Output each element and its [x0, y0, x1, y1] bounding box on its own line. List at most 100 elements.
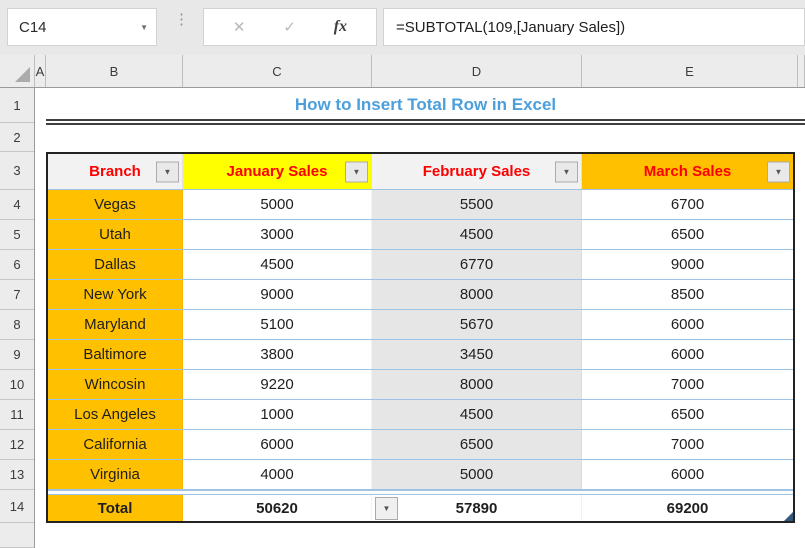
branch-cell[interactable]: New York: [48, 280, 183, 309]
column-header-label: March Sales: [643, 163, 732, 180]
branch-cell[interactable]: Wincosin: [48, 370, 183, 399]
table-row: Baltimore 3800 3450 6000: [48, 340, 793, 370]
value-cell[interactable]: 7000: [582, 370, 793, 399]
total-value-cell[interactable]: 50620: [183, 495, 372, 521]
table-row: Utah 3000 4500 6500: [48, 220, 793, 250]
row-header-13[interactable]: 13: [0, 460, 34, 490]
value-cell[interactable]: 4500: [372, 220, 582, 249]
value-cell[interactable]: 8500: [582, 280, 793, 309]
value-cell[interactable]: 4500: [183, 250, 372, 279]
row-header-14[interactable]: 14: [0, 490, 34, 523]
total-value-cell[interactable]: 57890: [372, 495, 582, 521]
value-cell[interactable]: 1000: [183, 400, 372, 429]
name-box-dropdown-icon[interactable]: ▼: [140, 23, 148, 32]
branch-cell[interactable]: Maryland: [48, 310, 183, 339]
branch-cell[interactable]: Dallas: [48, 250, 183, 279]
value-cell[interactable]: 3800: [183, 340, 372, 369]
value-cell[interactable]: 6500: [582, 400, 793, 429]
table-row: Maryland 5100 5670 6000: [48, 310, 793, 340]
value-cell[interactable]: 6000: [582, 310, 793, 339]
value-cell[interactable]: 8000: [372, 280, 582, 309]
column-header-B[interactable]: B: [46, 55, 183, 87]
column-header-C[interactable]: C: [183, 55, 372, 87]
total-function-dropdown-button[interactable]: ▼: [375, 497, 398, 520]
table-column-header-branch: Branch ▼: [48, 154, 183, 189]
row-header-10[interactable]: 10: [0, 370, 34, 400]
branch-cell[interactable]: California: [48, 430, 183, 459]
value-cell[interactable]: 6000: [183, 430, 372, 459]
row-header-2[interactable]: 2: [0, 123, 34, 152]
cell-reference: C14: [19, 18, 47, 36]
value-cell[interactable]: 6700: [582, 190, 793, 219]
cancel-icon[interactable]: ✕: [233, 18, 246, 36]
row-header-5[interactable]: 5: [0, 220, 34, 250]
filter-dropdown-icon[interactable]: ▼: [156, 161, 179, 182]
branch-cell[interactable]: Utah: [48, 220, 183, 249]
value-cell[interactable]: 6770: [372, 250, 582, 279]
column-header-label: February Sales: [422, 163, 531, 180]
row-header-9[interactable]: 9: [0, 340, 34, 370]
value-cell[interactable]: 6000: [582, 340, 793, 369]
table-resize-handle[interactable]: [784, 512, 793, 521]
total-label-cell[interactable]: Total: [48, 495, 183, 521]
row-header-8[interactable]: 8: [0, 310, 34, 340]
column-header-D[interactable]: D: [372, 55, 582, 87]
value-cell[interactable]: 6500: [372, 430, 582, 459]
value-cell[interactable]: 4500: [372, 400, 582, 429]
column-header-A[interactable]: A: [35, 55, 46, 87]
row-header-partial[interactable]: [0, 523, 34, 548]
row-header-7[interactable]: 7: [0, 280, 34, 310]
total-value-cell[interactable]: 69200: [582, 495, 793, 521]
branch-cell[interactable]: Virginia: [48, 460, 183, 489]
row-header-12[interactable]: 12: [0, 430, 34, 460]
value-cell[interactable]: 5670: [372, 310, 582, 339]
value-cell[interactable]: 5000: [372, 460, 582, 489]
value-cell[interactable]: 8000: [372, 370, 582, 399]
value-cell[interactable]: 3000: [183, 220, 372, 249]
sales-table: Branch ▼ January Sales ▼ February Sales ▼ Marc…: [46, 152, 795, 523]
branch-cell[interactable]: Los Angeles: [48, 400, 183, 429]
table-column-header-march-sales: March Sales ▼: [582, 154, 793, 189]
excel-window: C14 ▼ ⋮ ✕ ✓ fx =SUBTOTAL(109,[January Sa…: [0, 0, 805, 548]
value-cell[interactable]: 9000: [183, 280, 372, 309]
select-all-corner[interactable]: [0, 55, 35, 87]
branch-cell[interactable]: Baltimore: [48, 340, 183, 369]
sheet-title-cell[interactable]: How to Insert Total Row in Excel: [46, 88, 805, 121]
table-row: Dallas 4500 6770 9000: [48, 250, 793, 280]
value-cell[interactable]: 3450: [372, 340, 582, 369]
select-all-icon: [15, 67, 30, 82]
filter-dropdown-icon[interactable]: ▼: [767, 161, 790, 182]
row-header-6[interactable]: 6: [0, 250, 34, 280]
row-header-4[interactable]: 4: [0, 190, 34, 220]
value-cell[interactable]: 4000: [183, 460, 372, 489]
row-header-1[interactable]: 1: [0, 88, 34, 123]
title-double-underline: [46, 119, 805, 125]
sheet-cells-area: How to Insert Total Row in Excel Branch ▼…: [35, 88, 805, 548]
row-header-3[interactable]: 3: [0, 152, 34, 190]
row-header-11[interactable]: 11: [0, 400, 34, 430]
table-total-row: Total 50620 57890 69200: [48, 495, 793, 521]
column-header-label: January Sales: [226, 163, 328, 180]
value-cell[interactable]: 5000: [183, 190, 372, 219]
table-row: Vegas 5000 5500 6700: [48, 190, 793, 220]
filter-dropdown-icon[interactable]: ▼: [555, 161, 578, 182]
enter-icon[interactable]: ✓: [283, 18, 296, 36]
value-cell[interactable]: 5500: [372, 190, 582, 219]
column-header-partial[interactable]: [798, 55, 805, 87]
value-cell[interactable]: 6000: [582, 460, 793, 489]
value-cell[interactable]: 6500: [582, 220, 793, 249]
column-header-label: Branch: [89, 163, 141, 180]
name-box[interactable]: C14 ▼: [7, 8, 157, 46]
value-cell[interactable]: 7000: [582, 430, 793, 459]
branch-cell[interactable]: Vegas: [48, 190, 183, 219]
table-row: New York 9000 8000 8500: [48, 280, 793, 310]
value-cell[interactable]: 9000: [582, 250, 793, 279]
table-row: Virginia 4000 5000 6000: [48, 460, 793, 490]
insert-function-icon[interactable]: fx: [334, 18, 347, 36]
table-row: California 6000 6500 7000: [48, 430, 793, 460]
formula-input[interactable]: =SUBTOTAL(109,[January Sales]): [383, 8, 805, 46]
column-header-E[interactable]: E: [582, 55, 798, 87]
value-cell[interactable]: 9220: [183, 370, 372, 399]
filter-dropdown-icon[interactable]: ▼: [345, 161, 368, 182]
value-cell[interactable]: 5100: [183, 310, 372, 339]
